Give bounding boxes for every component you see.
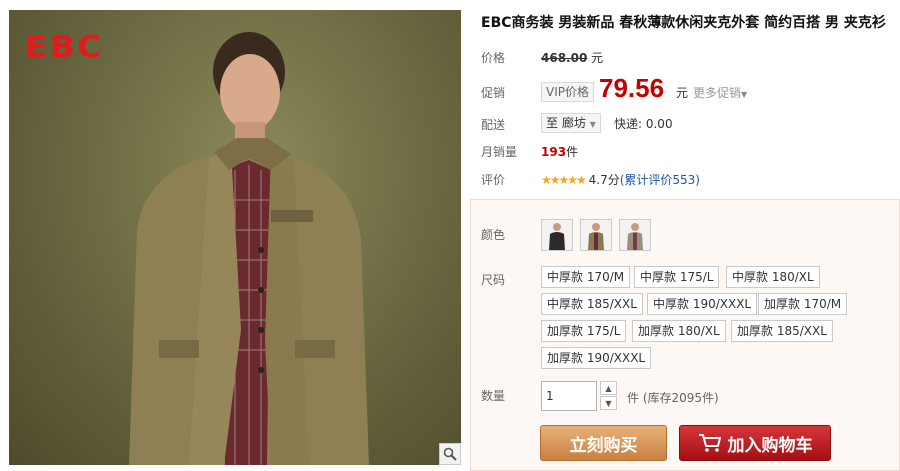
monthly-sales-unit: 件 <box>566 145 579 159</box>
shopping-cart-icon <box>698 434 721 452</box>
monthly-sales-label: 月销量 <box>481 145 518 159</box>
more-promos-link[interactable]: 更多促销▼ <box>693 84 747 101</box>
model-figure <box>129 32 369 465</box>
size-option[interactable]: 加厚款 170/M <box>758 293 848 315</box>
quantity-decrement-button[interactable]: ▼ <box>600 396 617 410</box>
size-option[interactable]: 中厚款 175/L <box>634 266 720 288</box>
star-rating-icon: ★★★★★ <box>541 173 587 187</box>
color-option-grey[interactable] <box>619 219 651 251</box>
size-option[interactable]: 加厚款 190/XXXL <box>541 347 652 369</box>
destination-select[interactable]: 至 廊坊 ▼ <box>541 113 601 133</box>
destination-prefix: 至 <box>546 116 559 130</box>
more-promos-label: 更多促销 <box>693 86 742 100</box>
add-to-cart-label: 加入购物车 <box>727 435 813 456</box>
buy-now-label: 立刻购买 <box>569 435 638 456</box>
express-fee: 快递: 0.00 <box>614 117 673 131</box>
add-to-cart-button[interactable]: 加入购物车 <box>679 425 831 461</box>
rating-score: 4.7分 <box>588 173 620 187</box>
original-price-value: 468.00 <box>541 51 588 65</box>
zoom-icon[interactable] <box>439 443 461 465</box>
promo-label: 促销 <box>481 86 506 100</box>
brand-logo: EBC <box>25 30 104 65</box>
color-option-khaki[interactable] <box>580 219 612 251</box>
color-label: 颜色 <box>481 228 506 242</box>
quantity-increment-button[interactable]: ▲ <box>600 381 617 395</box>
original-price: 468.00 元 <box>541 49 603 66</box>
product-image[interactable]: EBC <box>9 10 461 465</box>
original-price-unit: 元 <box>591 51 604 65</box>
color-option-black[interactable] <box>541 219 573 251</box>
size-option[interactable]: 加厚款 175/L <box>541 320 627 342</box>
sale-price: 79.56 <box>599 73 665 103</box>
quantity-input[interactable] <box>541 381 597 411</box>
chevron-up-icon: ▲ <box>605 383 612 393</box>
shipping-label: 配送 <box>481 118 506 132</box>
vip-price-badge: VIP价格 <box>541 82 594 102</box>
chevron-down-icon: ▼ <box>741 90 748 99</box>
size-option[interactable]: 中厚款 185/XXL <box>541 293 643 315</box>
quantity-label: 数量 <box>481 389 506 403</box>
destination-value: 廊坊 <box>561 116 586 130</box>
monthly-sales-count: 193 <box>541 145 567 159</box>
review-count-link[interactable]: (累计评价553) <box>620 173 700 187</box>
size-option[interactable]: 中厚款 190/XXXL <box>647 293 758 315</box>
price-label: 价格 <box>481 51 506 65</box>
stock-info: 件 (库存2095件) <box>627 391 719 405</box>
chevron-down-icon: ▼ <box>605 398 612 408</box>
size-label: 尺码 <box>481 273 506 287</box>
size-option[interactable]: 加厚款 180/XL <box>632 320 726 342</box>
sale-price-unit: 元 <box>676 86 689 100</box>
size-option[interactable]: 中厚款 170/M <box>541 266 631 288</box>
chevron-down-icon: ▼ <box>589 120 596 129</box>
rating-label: 评价 <box>481 173 506 187</box>
buy-now-button[interactable]: 立刻购买 <box>540 425 667 461</box>
size-option[interactable]: 中厚款 180/XL <box>726 266 820 288</box>
product-title: EBC商务装 男装新品 春秋薄款休闲夹克外套 简约百搭 男 夹克衫 <box>481 15 886 31</box>
rating-summary: ★★★★★ 4.7分(累计评价553) <box>541 171 700 188</box>
monthly-sales: 193件 <box>541 143 578 160</box>
size-option[interactable]: 加厚款 185/XXL <box>731 320 833 342</box>
